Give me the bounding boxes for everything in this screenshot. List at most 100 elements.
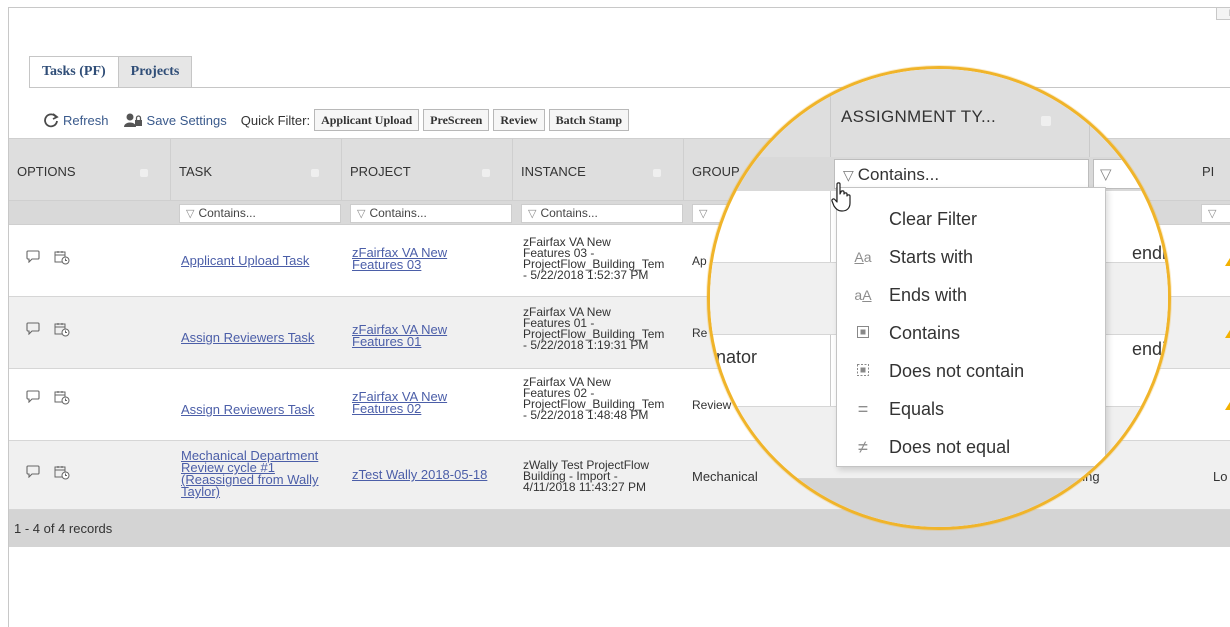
- column-header-options[interactable]: OPTIONS: [9, 139, 171, 202]
- next-column-filter-input[interactable]: ▽: [1093, 159, 1168, 189]
- menu-item-label: Clear Filter: [889, 208, 978, 229]
- assignment-type-column-title[interactable]: ASSIGNMENT TY...: [841, 107, 996, 127]
- task-link[interactable]: Mechanical Department Review cycle #1 (R…: [181, 449, 319, 499]
- project-filter-input[interactable]: ▽ Contains...: [350, 204, 512, 223]
- comment-icon[interactable]: [26, 322, 40, 340]
- menu-item-contains[interactable]: Contains: [837, 314, 1107, 352]
- column-header-task[interactable]: TASK: [171, 139, 342, 202]
- not-equal-icon: ≠: [858, 436, 868, 457]
- quick-filter-prescreen[interactable]: PreScreen: [423, 109, 490, 131]
- filter-icon: ▽: [843, 167, 854, 183]
- column-label: PI: [1202, 164, 1215, 179]
- warning-icon: [1225, 330, 1230, 338]
- row-options: [26, 322, 84, 340]
- menu-item-label: Ends with: [889, 284, 968, 305]
- column-label: INSTANCE: [521, 164, 586, 179]
- column-menu-icon[interactable]: [140, 169, 148, 177]
- corner-tag: He: [1216, 8, 1230, 20]
- comment-icon[interactable]: [26, 390, 40, 408]
- filter-placeholder: Contains...: [540, 206, 598, 220]
- filter-icon: ▽: [186, 208, 195, 220]
- ends-with-icon: aA: [854, 287, 872, 303]
- group-text: Ap: [692, 254, 707, 268]
- menu-item-ends-with[interactable]: aA Ends with: [837, 276, 1107, 314]
- project-line: Features 02: [352, 401, 422, 416]
- row-options: [26, 390, 84, 408]
- project-link[interactable]: zFairfax VA New Features 02: [352, 390, 447, 416]
- magnified-footer: [710, 479, 1168, 527]
- row-options: [26, 465, 84, 483]
- save-settings-button[interactable]: Save Settings: [123, 112, 227, 128]
- comment-icon[interactable]: [26, 250, 40, 268]
- calendar-clock-icon[interactable]: [54, 250, 70, 268]
- calendar-clock-icon[interactable]: [54, 465, 70, 483]
- column-menu-icon[interactable]: [1041, 116, 1051, 126]
- column-menu-icon[interactable]: [311, 169, 319, 177]
- tab-tasks[interactable]: Tasks (PF): [29, 56, 119, 87]
- quick-filter-batch-stamp[interactable]: Batch Stamp: [548, 109, 629, 131]
- menu-item-equals[interactable]: = Equals: [837, 390, 1107, 428]
- group-text: Re: [692, 326, 708, 340]
- menu-item-does-not-contain[interactable]: Does not contain: [837, 352, 1107, 390]
- pi-filter-input[interactable]: ▽: [1201, 204, 1230, 223]
- record-count: 1 - 4 of 4 records: [14, 521, 113, 536]
- contains-icon: [837, 325, 889, 341]
- column-menu-icon[interactable]: [653, 169, 661, 177]
- column-menu-icon[interactable]: [482, 169, 490, 177]
- task-filter-input[interactable]: ▽ Contains...: [179, 204, 341, 223]
- filter-placeholder: Contains...: [369, 206, 427, 220]
- filter-operator-menu: Clear Filter Aa Starts with aA Ends with…: [836, 187, 1106, 467]
- calendar-clock-icon[interactable]: [54, 322, 70, 340]
- filter-icon: ▽: [699, 208, 708, 220]
- instance-text: zWally Test ProjectFlow Building - Impor…: [523, 459, 649, 494]
- instance-line: - 5/22/2018 1:52:37 PM: [523, 268, 649, 282]
- user-lock-icon: [123, 113, 142, 127]
- instance-text: zFairfax VA New Features 02 - ProjectFlo…: [523, 376, 664, 421]
- menu-item-starts-with[interactable]: Aa Starts with: [837, 238, 1107, 276]
- task-link[interactable]: Applicant Upload Task: [181, 254, 309, 267]
- column-header-project[interactable]: PROJECT: [342, 139, 513, 202]
- menu-item-label: Does not equal: [889, 436, 1011, 457]
- calendar-clock-icon[interactable]: [54, 390, 70, 408]
- refresh-label: Refresh: [63, 112, 109, 128]
- toolbar: Refresh Save Settings Quick Filter: Appl…: [43, 108, 633, 132]
- column-label: TASK: [179, 164, 212, 179]
- menu-item-does-not-equal[interactable]: ≠ Does not equal: [837, 428, 1107, 466]
- task-link[interactable]: Assign Reviewers Task: [181, 403, 314, 416]
- starts-with-icon: Aa: [854, 249, 872, 265]
- column-label: OPTIONS: [17, 164, 76, 179]
- project-link[interactable]: zFairfax VA New Features 01: [352, 323, 447, 349]
- menu-item-label: Contains: [889, 322, 961, 343]
- task-line: Taylor): [181, 484, 221, 499]
- project-link[interactable]: zTest Wally 2018-05-18: [352, 468, 487, 481]
- save-settings-label: Save Settings: [146, 112, 227, 128]
- task-link[interactable]: Assign Reviewers Task: [181, 331, 314, 344]
- quick-filter-label: Quick Filter:: [240, 112, 311, 128]
- filter-value: Contains...: [857, 165, 940, 184]
- tab-bar: Tasks (PF) Projects: [29, 56, 193, 87]
- menu-item-clear-filter[interactable]: Clear Filter: [837, 200, 1107, 238]
- quick-filter-review[interactable]: Review: [493, 109, 545, 131]
- project-link[interactable]: zFairfax VA New Features 03: [352, 246, 447, 271]
- instance-line: 4/11/2018 11:43:27 PM: [523, 480, 646, 494]
- filter-icon: ▽: [357, 208, 366, 220]
- hand-cursor-icon: [831, 182, 851, 212]
- warning-icon: [1225, 258, 1230, 266]
- instance-text: zFairfax VA New Features 03 - ProjectFlo…: [523, 236, 664, 282]
- filter-placeholder: Contains...: [198, 206, 256, 220]
- assignment-type-filter-input[interactable]: ▽ Contains...: [834, 159, 1089, 189]
- status-fragment: endi: [1132, 243, 1167, 263]
- status-fragment: endi: [1132, 339, 1167, 359]
- comment-icon[interactable]: [26, 465, 40, 483]
- warning-icon: [1225, 402, 1230, 410]
- tab-projects[interactable]: Projects: [118, 56, 193, 87]
- filter-icon: ▽: [1208, 208, 1217, 220]
- menu-item-label: Starts with: [889, 246, 974, 267]
- column-header-pi[interactable]: PI: [1194, 139, 1230, 202]
- refresh-icon: [44, 113, 59, 128]
- column-header-instance[interactable]: INSTANCE: [513, 139, 684, 202]
- quick-filter-applicant-upload[interactable]: Applicant Upload: [314, 109, 420, 131]
- project-line: Features 01: [352, 334, 422, 349]
- instance-filter-input[interactable]: ▽ Contains...: [521, 204, 683, 223]
- refresh-button[interactable]: Refresh: [43, 112, 109, 128]
